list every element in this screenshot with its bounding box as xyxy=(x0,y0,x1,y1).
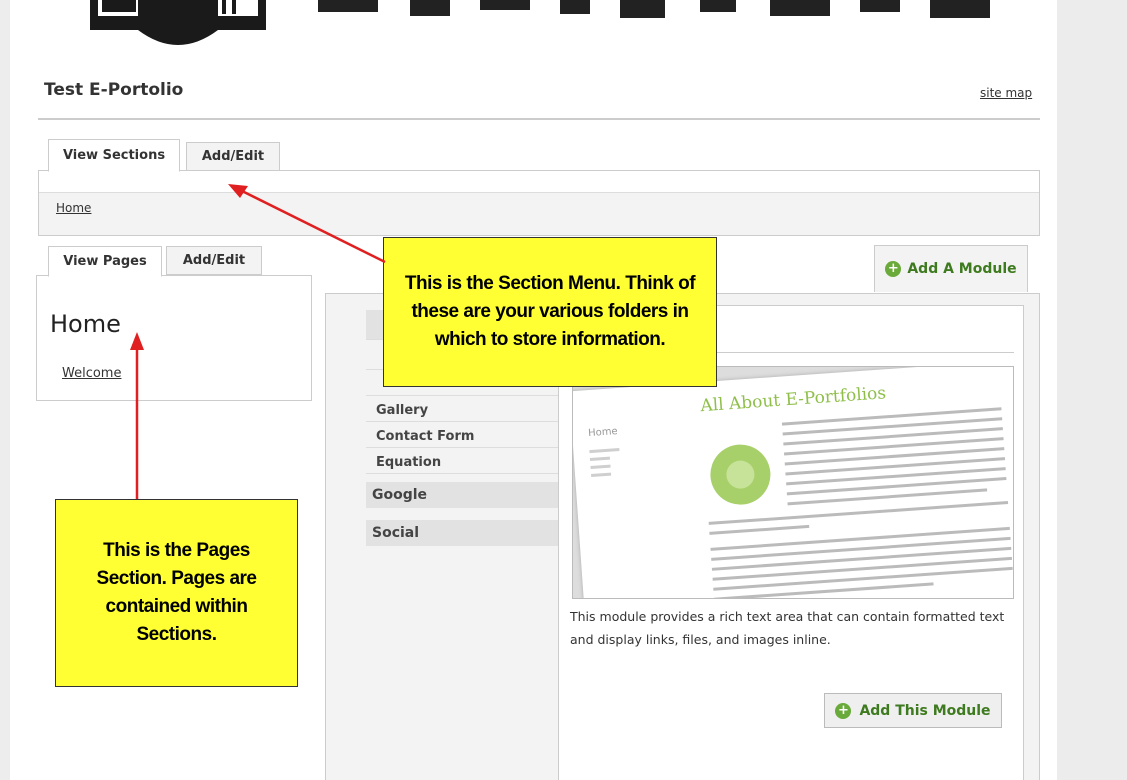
callout-section-menu: This is the Section Menu. Think of these… xyxy=(383,237,717,387)
left-gutter xyxy=(0,0,10,780)
list-item-contact-form[interactable]: Contact Form xyxy=(366,424,558,448)
plus-circle-icon: + xyxy=(835,702,852,719)
pages-heading: Home xyxy=(50,310,121,338)
pages-panel xyxy=(36,275,312,401)
list-category-social[interactable]: Social xyxy=(366,520,558,546)
callout-pages-section: This is the Pages Section. Pages are con… xyxy=(55,499,298,687)
module-description: This module provides a rich text area th… xyxy=(570,609,1005,647)
list-category-google[interactable]: Google xyxy=(366,482,558,508)
section-menu-bar xyxy=(38,170,1040,236)
add-this-module-label: Add This Module xyxy=(859,702,991,719)
section-menu-tabstrip xyxy=(39,171,1039,193)
header-divider xyxy=(38,118,1040,120)
sitemap-link[interactable]: site map xyxy=(980,86,1032,100)
tab-view-pages[interactable]: View Pages xyxy=(48,246,162,277)
site-title: Test E-Portolio xyxy=(44,80,184,100)
breadcrumb-home[interactable]: Home xyxy=(56,201,91,215)
list-item-gallery[interactable]: Gallery xyxy=(366,398,558,422)
preview-body-graphic xyxy=(589,407,1013,598)
add-a-module-label: Add A Module xyxy=(907,261,1017,277)
add-a-module-tab[interactable]: + Add A Module xyxy=(874,245,1028,292)
plus-circle-icon: + xyxy=(885,261,902,277)
page: Test E-Portolio site map View Sections A… xyxy=(0,0,1127,780)
page-link-welcome[interactable]: Welcome xyxy=(62,366,121,381)
preview-page: Home All About E-Portfolios xyxy=(573,367,1013,598)
tab-pages-add-edit[interactable]: Add/Edit xyxy=(166,246,262,275)
list-item-equation[interactable]: Equation xyxy=(366,450,558,474)
module-preview-image: Home All About E-Portfolios xyxy=(572,366,1014,599)
site-logo xyxy=(90,0,266,45)
right-gutter xyxy=(1057,0,1127,780)
tab-section-add-edit[interactable]: Add/Edit xyxy=(186,142,280,171)
tab-view-sections[interactable]: View Sections xyxy=(48,139,180,172)
add-this-module-button[interactable]: + Add This Module xyxy=(824,693,1002,728)
site-wordmark-graphic xyxy=(318,0,990,18)
